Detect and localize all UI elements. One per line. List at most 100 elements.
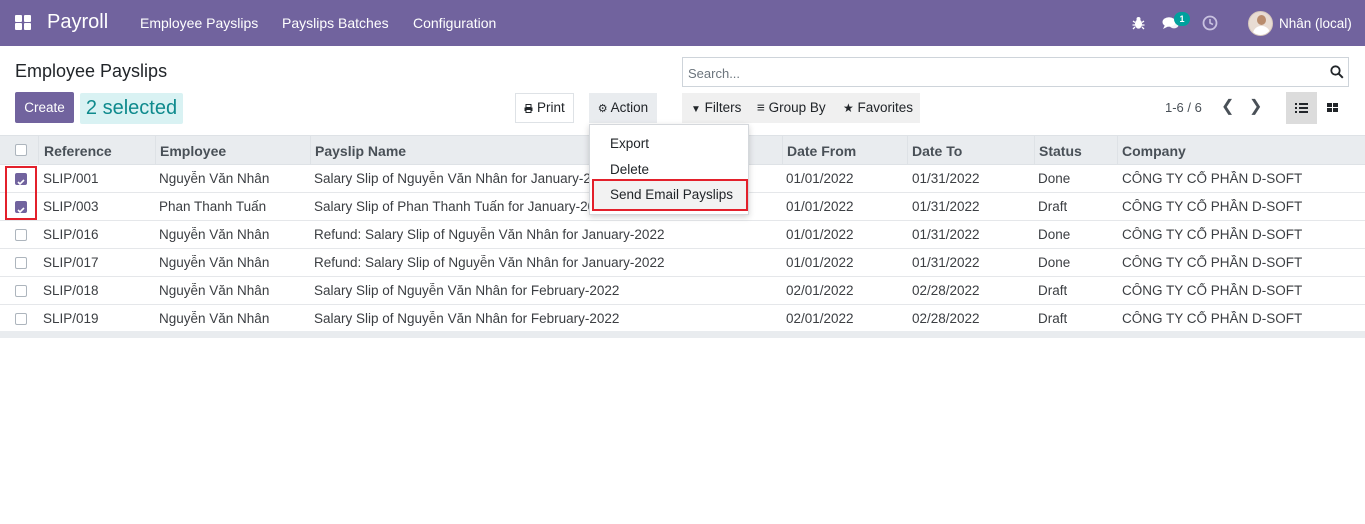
favorites-label: Favorites	[857, 100, 914, 115]
cell-reference: SLIP/019	[43, 311, 99, 326]
cell-reference: SLIP/003	[43, 199, 99, 214]
table-row[interactable]: SLIP/016 Nguyễn Văn Nhân Refund: Salary …	[0, 221, 1365, 249]
app-brand[interactable]: Payroll	[47, 11, 108, 34]
cell-payslip-name: Salary Slip of Nguyễn Văn Nhân for Febru…	[314, 311, 620, 326]
search-input[interactable]	[688, 63, 1308, 83]
message-count-badge: 1	[1174, 12, 1190, 26]
cell-date-to: 01/31/2022	[912, 199, 980, 214]
cell-employee: Nguyễn Văn Nhân	[159, 283, 270, 298]
column-date-to[interactable]: Date To	[912, 143, 962, 159]
cell-date-from: 01/01/2022	[786, 227, 854, 242]
menu-configuration[interactable]: Configuration	[413, 15, 496, 31]
row-checkbox[interactable]	[15, 229, 27, 241]
gear-icon: ⚙	[597, 103, 608, 115]
filters-label: Filters	[704, 100, 742, 115]
cell-date-to: 01/31/2022	[912, 255, 980, 270]
table-footer	[0, 331, 1365, 338]
cell-date-from: 02/01/2022	[786, 311, 854, 326]
cell-reference: SLIP/001	[43, 171, 99, 186]
cell-status: Draft	[1038, 199, 1068, 214]
filter-icon: ▼	[691, 104, 701, 115]
select-all-checkbox[interactable]	[15, 144, 27, 156]
cell-date-from: 01/01/2022	[786, 199, 854, 214]
cell-company: CÔNG TY CỔ PHẦN D-SOFT	[1122, 283, 1303, 298]
cell-employee: Nguyễn Văn Nhân	[159, 171, 270, 186]
column-payslip-name[interactable]: Payslip Name	[315, 143, 406, 159]
cell-company: CÔNG TY CỔ PHẦN D-SOFT	[1122, 311, 1303, 326]
apps-grid-icon[interactable]	[15, 15, 32, 31]
menu-item-export[interactable]: Export	[610, 136, 649, 151]
cell-company: CÔNG TY CỔ PHẦN D-SOFT	[1122, 255, 1303, 270]
search-icon[interactable]	[1330, 65, 1344, 79]
cell-employee: Nguyễn Văn Nhân	[159, 255, 270, 270]
action-dropdown-menu: Export Delete Send Email Payslips	[589, 124, 749, 215]
column-reference[interactable]: Reference	[44, 143, 112, 159]
star-icon: ★	[843, 101, 854, 115]
create-button[interactable]: Create	[15, 92, 74, 123]
cell-date-from: 01/01/2022	[786, 255, 854, 270]
bug-icon[interactable]	[1132, 16, 1145, 30]
column-employee[interactable]: Employee	[160, 143, 226, 159]
cell-status: Draft	[1038, 283, 1068, 298]
table-row[interactable]: SLIP/017 Nguyễn Văn Nhân Refund: Salary …	[0, 249, 1365, 277]
row-checkbox[interactable]	[15, 313, 27, 325]
column-company[interactable]: Company	[1122, 143, 1186, 159]
clock-icon[interactable]	[1202, 15, 1218, 31]
action-label: Action	[610, 100, 649, 115]
group-by-icon: ≡	[757, 100, 765, 115]
kanban-view-button[interactable]	[1317, 92, 1348, 124]
pager-value[interactable]: 1-6 / 6	[1165, 100, 1202, 115]
search-panel-options: ▼ Filters ≡ Group By ★ Favorites	[682, 93, 920, 123]
cell-company: CÔNG TY CỔ PHẦN D-SOFT	[1122, 227, 1303, 242]
kanban-view-icon	[1327, 103, 1338, 112]
cell-reference: SLIP/016	[43, 227, 99, 242]
cell-status: Done	[1038, 255, 1071, 270]
print-button[interactable]: Print	[515, 93, 574, 123]
action-button[interactable]: ⚙ Action	[589, 93, 657, 123]
cell-date-from: 01/01/2022	[786, 171, 854, 186]
chevron-left-icon[interactable]: ❮	[1221, 96, 1234, 116]
list-view-button[interactable]	[1286, 92, 1317, 124]
cell-reference: SLIP/018	[43, 283, 99, 298]
page-title[interactable]: Employee Payslips	[15, 61, 167, 82]
column-date-from[interactable]: Date From	[787, 143, 856, 159]
cell-company: CÔNG TY CỔ PHẦN D-SOFT	[1122, 199, 1303, 214]
cell-payslip-name: Salary Slip of Nguyễn Văn Nhân for Febru…	[314, 283, 620, 298]
cell-payslip-name: Salary Slip of Nguyễn Văn Nhân for Janua…	[314, 171, 589, 186]
top-navbar: Payroll Employee Payslips Payslips Batch…	[0, 0, 1365, 46]
user-name[interactable]: Nhân (local)	[1279, 16, 1352, 31]
cell-employee: Phan Thanh Tuấn	[159, 199, 267, 214]
cell-employee: Nguyễn Văn Nhân	[159, 311, 270, 326]
cell-status: Done	[1038, 227, 1071, 242]
cell-payslip-name: Refund: Salary Slip of Nguyễn Văn Nhân f…	[314, 227, 665, 242]
cell-company: CÔNG TY CỔ PHẦN D-SOFT	[1122, 171, 1303, 186]
group-by-label: Group By	[768, 100, 826, 115]
table-row[interactable]: SLIP/019 Nguyễn Văn Nhân Salary Slip of …	[0, 305, 1365, 333]
cell-date-from: 02/01/2022	[786, 283, 854, 298]
table-row[interactable]: SLIP/018 Nguyễn Văn Nhân Salary Slip of …	[0, 277, 1365, 305]
cell-date-to: 01/31/2022	[912, 171, 980, 186]
row-checkbox[interactable]	[15, 257, 27, 269]
cell-status: Draft	[1038, 311, 1068, 326]
cell-reference: SLIP/017	[43, 255, 99, 270]
menu-item-delete[interactable]: Delete	[610, 162, 649, 177]
favorites-button[interactable]: ★ Favorites	[843, 100, 913, 115]
menu-employee-payslips[interactable]: Employee Payslips	[140, 15, 258, 31]
cell-date-to: 02/28/2022	[912, 311, 980, 326]
avatar[interactable]	[1248, 11, 1273, 36]
list-view-icon	[1295, 103, 1308, 113]
selected-rows-highlight	[5, 166, 37, 220]
row-checkbox[interactable]	[15, 285, 27, 297]
filters-button[interactable]: ▼ Filters	[691, 100, 741, 115]
cell-status: Done	[1038, 171, 1071, 186]
search-box[interactable]	[682, 57, 1349, 87]
print-label: Print	[537, 100, 565, 115]
menu-item-send-email-payslips[interactable]: Send Email Payslips	[610, 187, 733, 202]
group-by-button[interactable]: ≡ Group By	[757, 100, 826, 115]
menu-payslips-batches[interactable]: Payslips Batches	[282, 15, 389, 31]
cell-payslip-name: Refund: Salary Slip of Nguyễn Văn Nhân f…	[314, 255, 665, 270]
chevron-right-icon[interactable]: ❯	[1249, 96, 1262, 116]
column-status[interactable]: Status	[1039, 143, 1082, 159]
cell-payslip-name: Salary Slip of Phan Thanh Tuấn for Janua…	[314, 199, 589, 214]
cell-employee: Nguyễn Văn Nhân	[159, 227, 270, 242]
